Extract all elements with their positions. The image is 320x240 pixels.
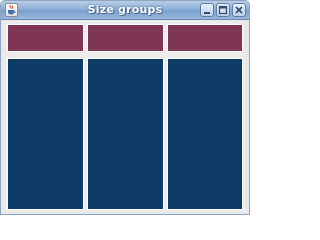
content-pane	[5, 21, 245, 211]
maximize-icon	[218, 5, 228, 15]
close-icon	[235, 6, 243, 14]
bottom-panel-1	[7, 58, 84, 210]
top-panel-1	[7, 24, 84, 52]
minimize-button[interactable]	[200, 3, 214, 17]
maximize-button[interactable]	[216, 3, 230, 17]
top-panel-2	[87, 24, 164, 52]
app-window: Size groups	[0, 0, 250, 215]
bottom-panel-2	[87, 58, 164, 210]
close-button[interactable]	[232, 3, 246, 17]
bottom-panel-3	[167, 58, 243, 210]
top-panel-3	[167, 24, 243, 52]
title-bar[interactable]: Size groups	[1, 1, 249, 20]
minimize-icon	[204, 12, 210, 14]
